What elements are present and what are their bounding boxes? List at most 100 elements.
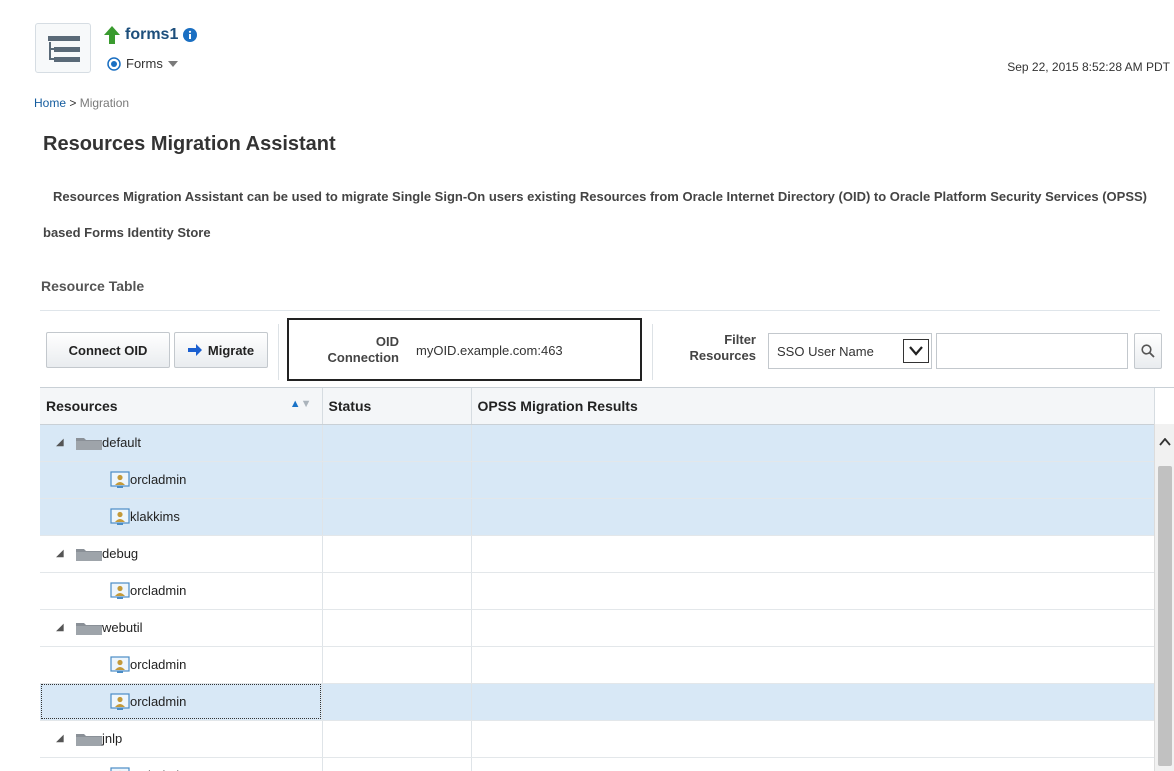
sort-ascending-icon[interactable]: ▲ [290,398,301,410]
migration-result-cell [471,646,1155,684]
user-icon [110,766,130,771]
status-cell [322,609,472,647]
resource-cell[interactable]: orcladmin [40,646,323,684]
table-row[interactable]: ◢ debug [40,535,1155,573]
migrate-button[interactable]: Migrate [174,332,268,368]
chevron-down-icon[interactable] [903,339,929,363]
status-cell [322,424,472,462]
breadcrumb-home-link[interactable]: Home [34,96,66,110]
scroll-thumb[interactable] [1158,466,1172,766]
resource-label: orcladmin [130,694,187,709]
resource-cell[interactable]: orcladmin [40,572,323,610]
migration-result-cell [471,535,1155,573]
scroll-up-icon[interactable] [1155,424,1174,460]
connect-oid-button[interactable]: Connect OID [46,332,170,368]
status-cell [322,646,472,684]
tree-node[interactable]: ◢ debug [40,536,322,572]
resource-label: klakkims [130,509,180,524]
connect-oid-label: Connect OID [68,342,148,358]
filter-type-select[interactable]: SSO User Name [768,333,932,369]
top-strip [0,0,1174,10]
folder-icon [76,621,102,635]
status-cell [322,572,472,610]
folder-icon [76,732,102,746]
tree-node[interactable]: ◢ default [40,425,322,461]
resource-label: jnlp [102,731,123,746]
toolbar-separator [278,324,279,380]
tree-node[interactable]: orcladmin [40,573,322,609]
breadcrumb: Home > Migration [34,96,129,110]
table-row[interactable]: orcladmin [40,461,1155,499]
table-header-row: Resources ▲▼ Status OPSS Migration Resul… [40,388,1155,425]
sort-controls[interactable]: ▲▼ [290,398,312,410]
target-radio-icon [107,56,121,71]
vertical-scrollbar[interactable] [1154,424,1174,771]
filter-search-input[interactable] [936,333,1128,369]
user-icon [110,655,130,674]
tree-node[interactable]: ◢ webutil [40,610,322,646]
status-cell [322,461,472,499]
dropdown-arrow-icon [167,60,178,67]
status-cell [322,720,472,758]
resource-cell[interactable]: orcladmin [40,757,323,771]
migrate-label: Migrate [207,342,255,358]
tree-node[interactable]: orcladmin [40,647,322,683]
status-cell [322,757,472,771]
tree-node[interactable]: orcladmin [40,462,322,498]
tree-node[interactable]: klakkims [40,499,322,535]
table-row[interactable]: ◢ default [40,424,1155,462]
status-cell [322,535,472,573]
column-header-status[interactable]: Status [322,388,472,425]
oid-connection-box: OID Connection myOID.example.com:463 [287,318,642,381]
table-row[interactable]: klakkims [40,498,1155,536]
resource-cell[interactable]: ◢ default [40,424,323,462]
user-icon [110,507,130,526]
table-row[interactable]: orcladmin [40,683,1155,721]
search-button[interactable] [1134,333,1162,369]
resource-label: webutil [102,620,143,635]
target-menu[interactable]: Forms [107,56,178,71]
oid-connection-value: myOID.example.com:463 [416,343,563,358]
tree-node[interactable]: orcladmin [40,684,322,720]
migration-result-cell [471,498,1155,536]
collapse-triangle-icon[interactable]: ◢ [56,733,68,744]
column-header-resources[interactable]: Resources ▲▼ [40,388,323,425]
filter-label-line2: Resources [689,348,756,363]
table-row[interactable]: ◢ webutil [40,609,1155,647]
resource-cell[interactable]: klakkims [40,498,323,536]
migration-result-cell [471,572,1155,610]
tree-node[interactable]: ◢ jnlp [40,721,322,757]
resource-grid: Resources ▲▼ Status OPSS Migration Resul… [40,388,1155,771]
collapse-triangle-icon[interactable]: ◢ [56,437,68,448]
migration-result-cell [471,461,1155,499]
collapse-triangle-icon[interactable]: ◢ [56,548,68,559]
target-name[interactable]: forms1 [125,26,178,44]
table-row[interactable]: ◢ jnlp [40,720,1155,758]
breadcrumb-separator: > [69,96,77,110]
search-icon [1141,344,1155,358]
column-header-results[interactable]: OPSS Migration Results [471,388,1155,425]
resource-cell[interactable]: orcladmin [40,683,323,721]
toolbar-separator [652,324,653,380]
target-navigation-icon[interactable] [35,23,91,73]
oid-label-line1: OID [375,334,399,349]
migration-result-cell [471,757,1155,771]
resource-cell[interactable]: ◢ debug [40,535,323,573]
migration-result-cell [471,683,1155,721]
table-row[interactable]: orcladmin [40,646,1155,684]
collapse-triangle-icon[interactable]: ◢ [56,622,68,633]
sort-descending-icon[interactable]: ▼ [301,398,312,410]
migration-result-cell [471,720,1155,758]
resource-cell[interactable]: orcladmin [40,461,323,499]
resource-label: orcladmin [130,583,187,598]
info-icon[interactable] [183,28,198,42]
tree-node[interactable]: orcladmin [40,758,322,771]
folder-icon [76,436,102,450]
page-title: Resources Migration Assistant [43,133,336,155]
table-row[interactable]: orcladmin [40,757,1155,771]
table-row[interactable]: orcladmin [40,572,1155,610]
column-header-label: Resources [46,397,118,414]
resource-cell[interactable]: ◢ webutil [40,609,323,647]
user-icon [110,470,130,489]
resource-cell[interactable]: ◢ jnlp [40,720,323,758]
